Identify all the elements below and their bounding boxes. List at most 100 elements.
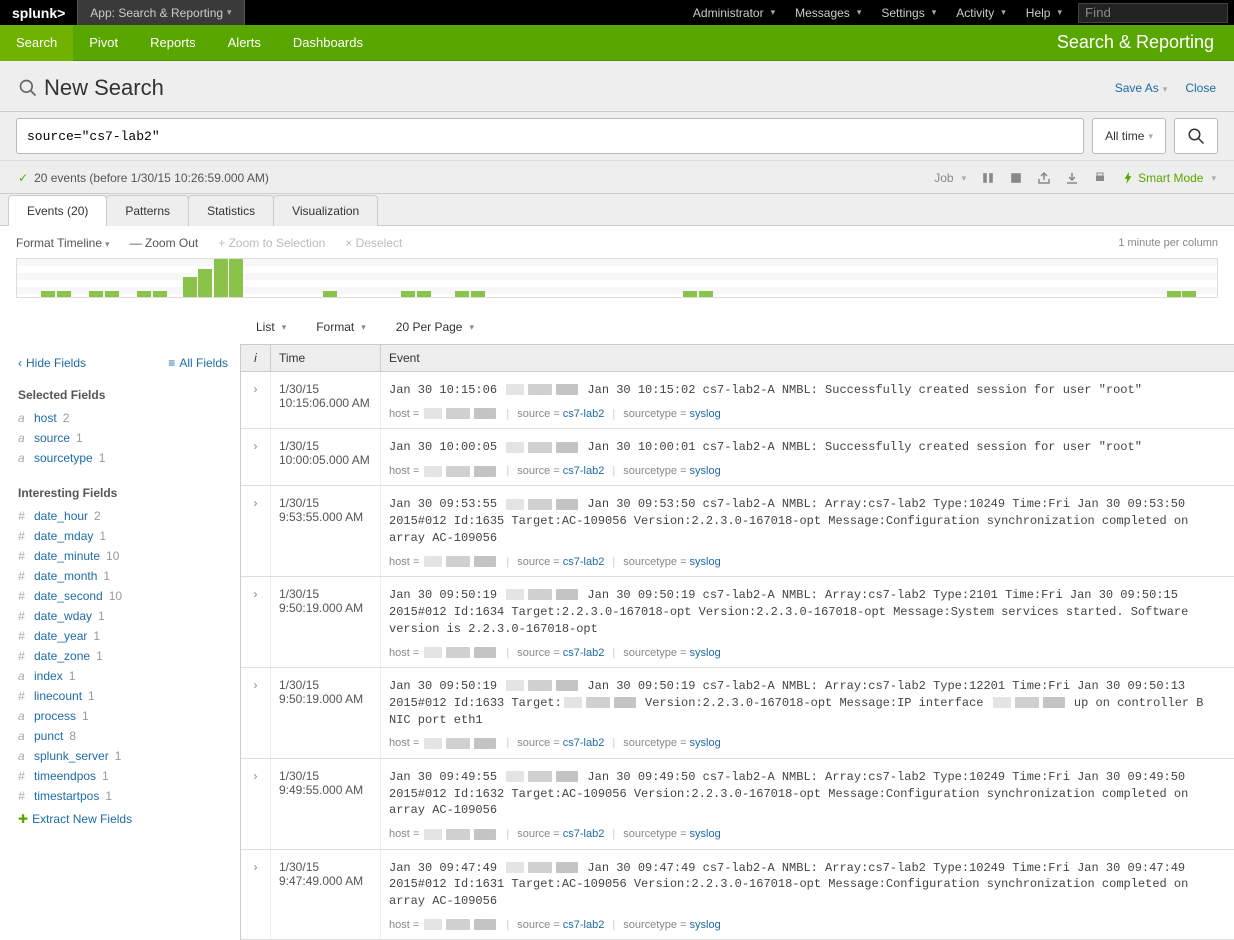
timeline-bar[interactable]: [455, 291, 469, 297]
field-row[interactable]: #timeendpos1: [18, 766, 228, 786]
expand-row-button[interactable]: ›: [241, 759, 271, 849]
time-column-header[interactable]: Time: [271, 345, 381, 371]
field-row[interactable]: #date_wday1: [18, 606, 228, 626]
field-row[interactable]: #date_minute10: [18, 546, 228, 566]
field-row[interactable]: #linecount1: [18, 686, 228, 706]
job-menu[interactable]: Job: [934, 171, 966, 185]
hide-fields-button[interactable]: ‹ Hide Fields: [18, 356, 86, 370]
field-name[interactable]: source: [34, 431, 70, 445]
timeline-bar[interactable]: [699, 291, 713, 297]
timeline-bar[interactable]: [471, 291, 485, 297]
field-name[interactable]: date_year: [34, 629, 87, 643]
timeline-bar[interactable]: [683, 291, 697, 297]
field-name[interactable]: date_zone: [34, 649, 90, 663]
field-row[interactable]: #date_hour2: [18, 506, 228, 526]
field-row[interactable]: #timestartpos1: [18, 786, 228, 806]
close-button[interactable]: Close: [1185, 81, 1216, 95]
tab-patterns[interactable]: Patterns: [106, 195, 189, 226]
field-row[interactable]: asplunk_server1: [18, 746, 228, 766]
tab-reports[interactable]: Reports: [134, 25, 212, 61]
timeline-bar[interactable]: [183, 277, 197, 297]
event-cell[interactable]: Jan 30 09:49:55 Jan 30 09:49:50 cs7-lab2…: [381, 759, 1234, 849]
field-name[interactable]: punct: [34, 729, 63, 743]
expand-row-button[interactable]: ›: [241, 486, 271, 576]
expand-row-button[interactable]: ›: [241, 372, 271, 428]
menu-help[interactable]: Help: [1016, 6, 1072, 20]
extract-fields-link[interactable]: Extract New Fields: [18, 812, 228, 826]
info-column-header[interactable]: i: [241, 345, 271, 371]
search-button[interactable]: [1174, 118, 1218, 154]
field-name[interactable]: timestartpos: [34, 789, 99, 803]
menu-administrator[interactable]: Administrator: [683, 6, 785, 20]
expand-row-button[interactable]: ›: [241, 850, 271, 940]
list-view-button[interactable]: List: [256, 320, 286, 334]
field-name[interactable]: process: [34, 709, 76, 723]
tab-alerts[interactable]: Alerts: [212, 25, 277, 61]
stop-button[interactable]: [1010, 172, 1022, 184]
timeline-bar[interactable]: [1167, 291, 1181, 297]
save-as-button[interactable]: Save As: [1115, 81, 1168, 95]
menu-activity[interactable]: Activity: [946, 6, 1016, 20]
timeline-bar[interactable]: [89, 291, 103, 297]
timeline-chart[interactable]: [16, 258, 1218, 298]
timeline-bar[interactable]: [105, 291, 119, 297]
field-name[interactable]: index: [34, 669, 63, 683]
timeline-bar[interactable]: [229, 259, 243, 297]
tab-pivot[interactable]: Pivot: [73, 25, 134, 61]
expand-row-button[interactable]: ›: [241, 429, 271, 485]
event-column-header[interactable]: Event: [381, 345, 1234, 371]
field-row[interactable]: #date_mday1: [18, 526, 228, 546]
field-row[interactable]: #date_month1: [18, 566, 228, 586]
app-menu[interactable]: App: Search & Reporting: [77, 0, 244, 25]
field-name[interactable]: date_hour: [34, 509, 88, 523]
tab-events[interactable]: Events (20): [8, 195, 107, 226]
print-button[interactable]: [1094, 172, 1106, 184]
format-timeline-button[interactable]: Format Timeline: [16, 236, 110, 250]
timeline-bar[interactable]: [1182, 291, 1196, 297]
timeline-bar[interactable]: [153, 291, 167, 297]
menu-settings[interactable]: Settings: [871, 6, 946, 20]
time-range-picker[interactable]: All time: [1092, 118, 1166, 154]
field-name[interactable]: date_month: [34, 569, 97, 583]
search-input[interactable]: [16, 118, 1084, 154]
tab-dashboards[interactable]: Dashboards: [277, 25, 379, 61]
menu-messages[interactable]: Messages: [785, 6, 871, 20]
field-name[interactable]: linecount: [34, 689, 82, 703]
smart-mode-button[interactable]: Smart Mode: [1122, 171, 1216, 185]
format-button[interactable]: Format: [316, 320, 366, 334]
field-row[interactable]: #date_year1: [18, 626, 228, 646]
tab-statistics[interactable]: Statistics: [188, 195, 274, 226]
timeline-bar[interactable]: [41, 291, 55, 297]
field-name[interactable]: date_mday: [34, 529, 93, 543]
field-name[interactable]: date_minute: [34, 549, 100, 563]
field-row[interactable]: #date_second10: [18, 586, 228, 606]
expand-row-button[interactable]: ›: [241, 577, 271, 667]
find-input[interactable]: [1078, 3, 1228, 23]
event-cell[interactable]: Jan 30 09:47:49 Jan 30 09:47:49 cs7-lab2…: [381, 850, 1234, 940]
event-cell[interactable]: Jan 30 09:53:55 Jan 30 09:53:50 cs7-lab2…: [381, 486, 1234, 576]
all-fields-button[interactable]: ≡ All Fields: [168, 356, 228, 370]
field-name[interactable]: splunk_server: [34, 749, 109, 763]
expand-row-button[interactable]: ›: [241, 668, 271, 758]
tab-search[interactable]: Search: [0, 25, 73, 61]
field-name[interactable]: date_wday: [34, 609, 92, 623]
field-row[interactable]: aprocess1: [18, 706, 228, 726]
export-button[interactable]: [1066, 172, 1078, 184]
share-button[interactable]: [1038, 172, 1050, 184]
timeline-bar[interactable]: [57, 291, 71, 297]
event-cell[interactable]: Jan 30 10:15:06 Jan 30 10:15:02 cs7-lab2…: [381, 372, 1234, 428]
field-row[interactable]: asourcetype1: [18, 448, 228, 468]
pause-button[interactable]: [982, 172, 994, 184]
field-row[interactable]: ahost2: [18, 408, 228, 428]
field-name[interactable]: host: [34, 411, 57, 425]
field-name[interactable]: sourcetype: [34, 451, 93, 465]
zoom-out-button[interactable]: — Zoom Out: [130, 236, 199, 250]
zoom-selection-button[interactable]: + Zoom to Selection: [218, 236, 325, 250]
per-page-button[interactable]: 20 Per Page: [396, 320, 474, 334]
field-name[interactable]: date_second: [34, 589, 103, 603]
timeline-bar[interactable]: [401, 291, 415, 297]
field-row[interactable]: aindex1: [18, 666, 228, 686]
timeline-bar[interactable]: [214, 259, 228, 297]
timeline-bar[interactable]: [198, 269, 212, 297]
event-cell[interactable]: Jan 30 09:50:19 Jan 30 09:50:19 cs7-lab2…: [381, 577, 1234, 667]
